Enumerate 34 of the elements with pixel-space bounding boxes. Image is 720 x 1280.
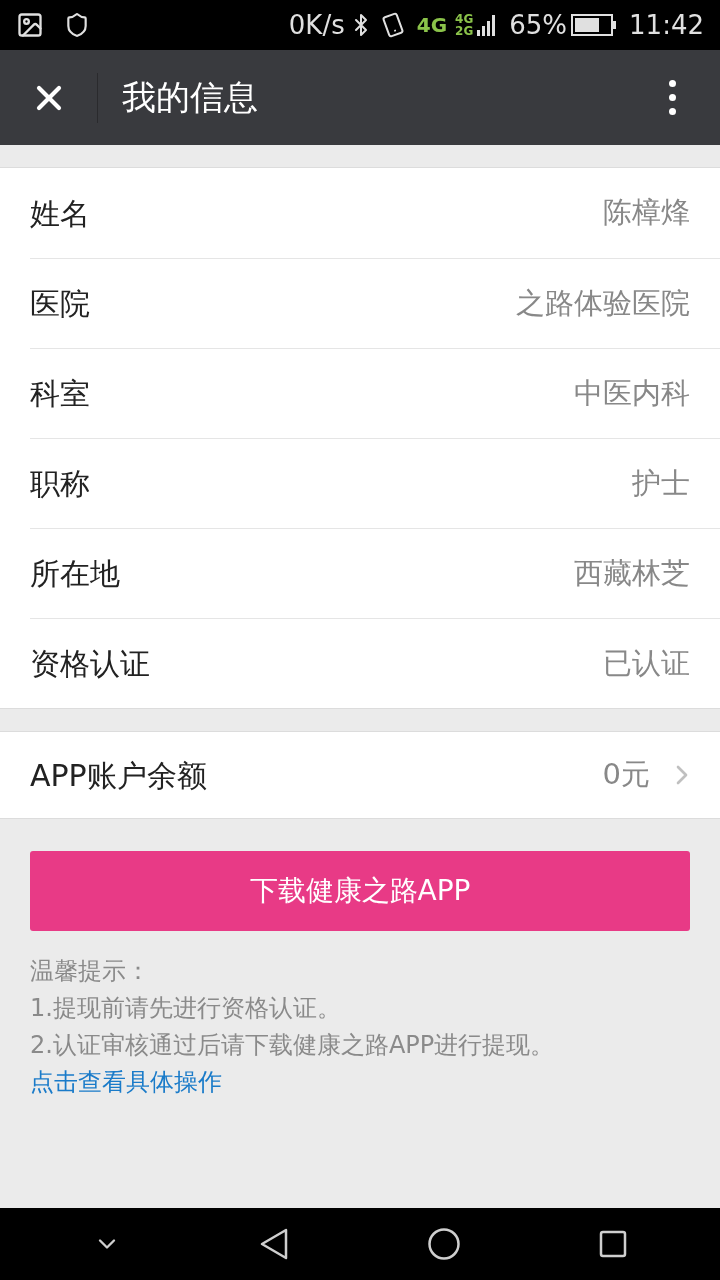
recents-icon[interactable] bbox=[599, 1230, 627, 1258]
tip-text: 2.认证审核通过后请下载健康之路APP进行提现。 bbox=[30, 1030, 556, 1061]
info-label: 资格认证 bbox=[30, 645, 150, 683]
sim-label: 2G bbox=[455, 25, 474, 37]
image-icon bbox=[16, 11, 44, 39]
info-label: 职称 bbox=[30, 465, 90, 503]
balance-label: APP账户余额 bbox=[30, 756, 208, 795]
info-value: 中医内科 bbox=[574, 374, 690, 412]
info-label: 所在地 bbox=[30, 555, 120, 593]
home-icon[interactable] bbox=[427, 1227, 461, 1261]
battery-icon bbox=[571, 13, 618, 37]
battery-percent: 65% bbox=[509, 8, 568, 42]
download-button[interactable]: 下载健康之路APP bbox=[30, 851, 690, 931]
tip-text: 1.提现前请先进行资格认证。 bbox=[30, 993, 342, 1024]
network-speed: 0K/s bbox=[288, 8, 345, 42]
page-title: 我的信息 bbox=[122, 76, 259, 119]
signal-icon bbox=[477, 12, 498, 38]
info-label: 医院 bbox=[30, 285, 90, 323]
info-label: 科室 bbox=[30, 375, 90, 413]
info-value: 之路体验医院 bbox=[516, 284, 690, 322]
info-value: 护士 bbox=[632, 464, 690, 502]
tip-text: 温馨提示： bbox=[30, 956, 151, 987]
clock: 11:42 bbox=[629, 8, 704, 42]
info-label: 姓名 bbox=[30, 194, 90, 233]
sim-label: 4G bbox=[455, 13, 474, 25]
instructions-link[interactable]: 点击查看具体操作 bbox=[30, 1064, 690, 1101]
network-type: 4G bbox=[416, 12, 448, 39]
shield-icon bbox=[64, 12, 90, 38]
back-icon[interactable] bbox=[259, 1228, 289, 1260]
balance-row[interactable]: APP账户余额 0元 bbox=[0, 731, 720, 819]
info-value: 西藏林芝 bbox=[574, 554, 690, 592]
info-value: 已认证 bbox=[603, 644, 690, 682]
balance-value: 0元 bbox=[602, 756, 650, 794]
info-value: 陈樟烽 bbox=[603, 194, 690, 232]
